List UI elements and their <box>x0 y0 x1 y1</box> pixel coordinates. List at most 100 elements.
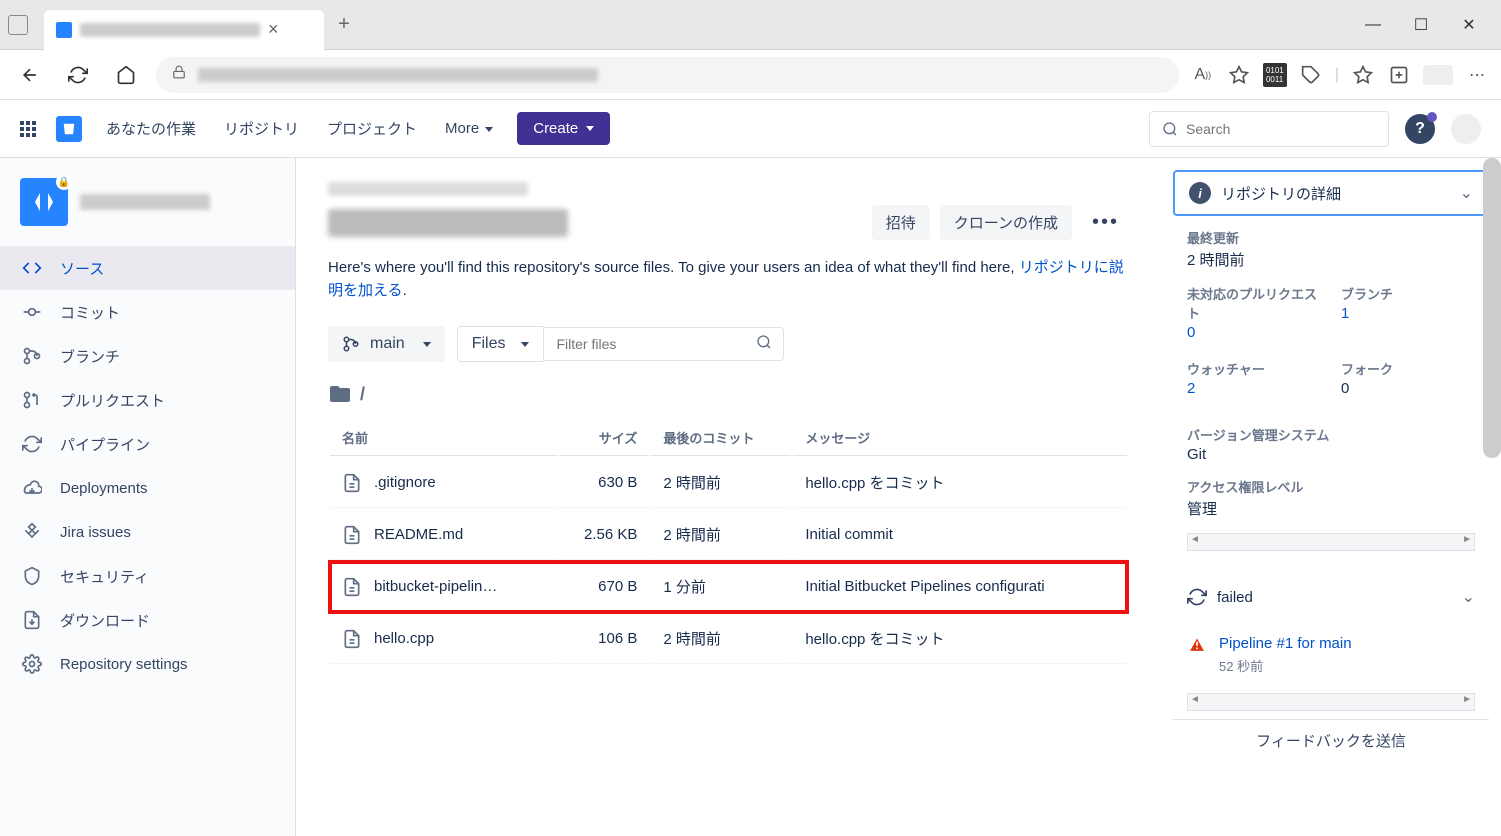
repo-header[interactable]: 🔒 <box>0 178 295 246</box>
collections-icon[interactable] <box>1387 63 1411 87</box>
profile-icon[interactable] <box>1423 65 1453 85</box>
filter-search-icon[interactable] <box>756 334 772 355</box>
refresh-button[interactable] <box>60 57 96 93</box>
chevron-down-icon: ⌄ <box>1460 183 1473 203</box>
file-name: bitbucket-pipelin… <box>374 578 497 595</box>
browser-tab-active[interactable]: × <box>44 10 324 50</box>
create-button[interactable]: Create <box>517 112 610 145</box>
file-commit-message: Initial Bitbucket Pipelines configurati <box>793 562 1127 612</box>
breadcrumb[interactable] <box>328 182 528 196</box>
branches-link[interactable]: 1 <box>1341 305 1475 322</box>
new-tab-button[interactable]: + <box>328 9 360 41</box>
file-row[interactable]: README.md 2.56 KB 2 時間前 Initial commit <box>330 510 1127 560</box>
file-size: 106 B <box>559 614 649 664</box>
search-input[interactable] <box>1186 121 1376 137</box>
open-pr-link[interactable]: 0 <box>1187 324 1321 341</box>
file-commit-message: hello.cpp をコミット <box>793 614 1127 664</box>
sidebar-item-label: パイプライン <box>60 434 150 455</box>
file-icon <box>342 577 362 597</box>
commit-icon <box>20 300 44 324</box>
pipeline-icon <box>20 432 44 456</box>
vertical-scrollbar[interactable] <box>1483 158 1501 458</box>
download-icon <box>20 608 44 632</box>
bitbucket-logo[interactable] <box>56 116 82 142</box>
file-name: .gitignore <box>374 474 436 491</box>
col-size[interactable]: サイズ <box>559 420 649 456</box>
help-button[interactable]: ? <box>1405 114 1435 144</box>
file-commit-time: 2 時間前 <box>651 614 791 664</box>
nav-repositories[interactable]: リポジトリ <box>220 112 303 145</box>
file-icon <box>342 629 362 649</box>
pipeline-status-header[interactable]: failed ⌄ <box>1173 577 1489 617</box>
sidebar-item-label: Jira issues <box>60 524 131 541</box>
minimize-button[interactable]: — <box>1361 13 1385 37</box>
extensions-icon[interactable] <box>1299 63 1323 87</box>
sidebar-item-commit[interactable]: コミット <box>0 290 295 334</box>
horizontal-scrollbar[interactable] <box>1187 533 1475 551</box>
close-window-button[interactable]: ✕ <box>1457 13 1481 37</box>
clone-button[interactable]: クローンの作成 <box>940 205 1072 240</box>
sidebar-item-jira[interactable]: Jira issues <box>0 510 295 554</box>
repo-description: Here's where you'll find this repository… <box>328 257 1129 302</box>
watchers-link[interactable]: 2 <box>1187 380 1321 397</box>
col-name[interactable]: 名前 <box>330 420 557 456</box>
private-lock-icon: 🔒 <box>56 174 72 190</box>
chevron-down-icon: ⌄ <box>1462 587 1475 607</box>
col-message[interactable]: メッセージ <box>793 420 1127 456</box>
nav-projects[interactable]: プロジェクト <box>323 112 421 145</box>
sidebar-item-label: ブランチ <box>60 346 120 367</box>
pipeline-link[interactable]: Pipeline #1 for main <box>1219 635 1352 652</box>
feedback-button[interactable]: フィードバックを送信 <box>1173 719 1489 761</box>
sidebar-item-deploy[interactable]: Deployments <box>0 466 295 510</box>
sidebar-item-pipeline[interactable]: パイプライン <box>0 422 295 466</box>
sidebar-item-pullrequest[interactable]: プルリクエスト <box>0 378 295 422</box>
back-button[interactable] <box>12 57 48 93</box>
favorites-bar-icon[interactable] <box>1351 63 1375 87</box>
home-button[interactable] <box>108 57 144 93</box>
menu-icon[interactable]: ⋯ <box>1465 63 1489 87</box>
sidebar-item-code[interactable]: ソース <box>0 246 295 290</box>
sidebar-item-branch[interactable]: ブランチ <box>0 334 295 378</box>
security-icon <box>20 564 44 588</box>
sidebar-item-security[interactable]: セキュリティ <box>0 554 295 598</box>
repo-details-header[interactable]: i リポジトリの詳細 ⌄ <box>1173 170 1489 216</box>
more-actions-button[interactable]: ••• <box>1082 204 1129 241</box>
invite-button[interactable]: 招待 <box>872 205 930 240</box>
page-title <box>328 209 568 237</box>
sidebar-item-download[interactable]: ダウンロード <box>0 598 295 642</box>
browser-nav-bar: A)) 01010011 | ⋯ <box>0 50 1501 100</box>
file-row[interactable]: .gitignore 630 B 2 時間前 hello.cpp をコミット <box>330 458 1127 508</box>
user-avatar[interactable] <box>1451 114 1481 144</box>
folder-icon <box>328 382 352 406</box>
url-text <box>198 68 598 82</box>
tab-overview-button[interactable] <box>8 15 28 35</box>
global-search[interactable] <box>1149 111 1389 147</box>
horizontal-scrollbar-2[interactable] <box>1187 693 1475 711</box>
path-breadcrumb: / <box>328 382 1129 406</box>
repo-name <box>80 194 210 210</box>
file-row[interactable]: bitbucket-pipelin… 670 B 1 分前 Initial Bi… <box>330 562 1127 612</box>
favorite-icon[interactable] <box>1227 63 1251 87</box>
extension-icon-1[interactable]: 01010011 <box>1263 63 1287 87</box>
sidebar-item-settings[interactable]: Repository settings <box>0 642 295 686</box>
nav-more[interactable]: More <box>441 114 497 143</box>
close-tab-icon[interactable]: × <box>268 19 279 40</box>
url-bar[interactable] <box>156 57 1179 93</box>
app-switcher-icon[interactable] <box>20 121 36 137</box>
branch-selector[interactable]: main <box>328 326 445 362</box>
file-commit-time: 1 分前 <box>651 562 791 612</box>
file-commit-message: Initial commit <box>793 510 1127 560</box>
failed-icon <box>1187 635 1207 655</box>
maximize-button[interactable]: ☐ <box>1409 13 1433 37</box>
file-size: 630 B <box>559 458 649 508</box>
tab-title <box>80 23 260 37</box>
files-dropdown[interactable]: Files <box>457 326 545 362</box>
info-icon: i <box>1189 182 1211 204</box>
nav-your-work[interactable]: あなたの作業 <box>102 112 200 145</box>
file-commit-time: 2 時間前 <box>651 458 791 508</box>
file-row[interactable]: hello.cpp 106 B 2 時間前 hello.cpp をコミット <box>330 614 1127 664</box>
filter-files-input[interactable] <box>544 327 784 361</box>
pipeline-item[interactable]: Pipeline #1 for main 52 秒前 <box>1173 625 1489 685</box>
col-commit[interactable]: 最後のコミット <box>651 420 791 456</box>
reading-mode-icon[interactable]: A)) <box>1191 63 1215 87</box>
